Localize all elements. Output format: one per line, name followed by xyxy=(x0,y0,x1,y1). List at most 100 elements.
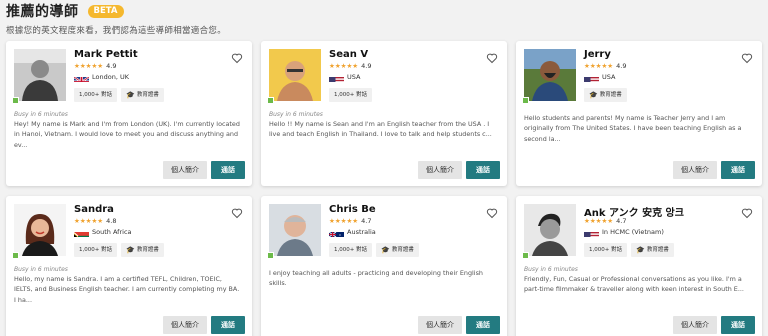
busy-status: Busy in 6 minutes xyxy=(14,111,68,118)
heart-icon[interactable] xyxy=(486,204,498,219)
tutor-card[interactable]: Sandra ★★★★★ 4.8 South Africa 1,000+ 對話 … xyxy=(6,196,252,336)
tags: 1,000+ 對話 🎓 教育證書 xyxy=(584,243,678,257)
cert-tag: 🎓 教育證書 xyxy=(584,88,627,102)
cert-label: 教育證書 xyxy=(646,247,669,253)
graduation-cap-icon: 🎓 xyxy=(126,246,135,254)
avatar[interactable] xyxy=(14,49,66,101)
star-icons: ★★★★★ xyxy=(329,62,359,70)
online-indicator xyxy=(12,252,19,259)
tutor-card[interactable]: Sean V ★★★★★ 4.9 USA 1,000+ 對話 Busy in 6… xyxy=(261,41,507,186)
avatar[interactable] xyxy=(524,204,576,256)
page-subtitle: 根據您的英文程度來看，我們認為這些導師相當適合您。 xyxy=(6,26,227,36)
rating-score: 4.9 xyxy=(616,62,627,70)
heart-icon[interactable] xyxy=(231,49,243,64)
lessons-tag: 1,000+ 對話 xyxy=(74,243,118,257)
online-indicator xyxy=(267,97,274,104)
rating: ★★★★★ 4.9 xyxy=(329,62,371,70)
online-indicator xyxy=(267,252,274,259)
rating-score: 4.7 xyxy=(616,217,627,225)
tags: 1,000+ 對話 🎓 教育證書 xyxy=(329,243,423,257)
usa-flag-icon xyxy=(584,72,599,82)
profile-button[interactable]: 個人簡介 xyxy=(673,161,717,179)
tutor-name[interactable]: Sean V xyxy=(329,49,368,60)
cert-tag: 🎓 教育證書 xyxy=(121,88,164,102)
star-icons: ★★★★★ xyxy=(74,62,104,70)
tutor-name[interactable]: Sandra xyxy=(74,204,114,215)
graduation-cap-icon: 🎓 xyxy=(381,246,390,254)
heart-icon[interactable] xyxy=(741,49,753,64)
call-button[interactable]: 通話 xyxy=(211,161,245,179)
heart-icon[interactable] xyxy=(231,204,243,219)
location-text: USA xyxy=(602,73,616,81)
cert-label: 教育證書 xyxy=(391,247,414,253)
avatar-wrap xyxy=(522,49,576,104)
usa-flag-icon xyxy=(584,227,599,237)
avatar[interactable] xyxy=(269,49,321,101)
tutor-bio: Friendly, Fun, Casual or Professional co… xyxy=(524,275,744,294)
location-text: Australia xyxy=(347,228,376,236)
busy-status: Busy in 6 minutes xyxy=(14,266,68,273)
graduation-cap-icon: 🎓 xyxy=(126,91,135,99)
rating: ★★★★★ 4.8 xyxy=(74,217,116,225)
location: USA xyxy=(584,72,615,82)
heart-icon[interactable] xyxy=(486,49,498,64)
call-button[interactable]: 通話 xyxy=(466,316,500,334)
tutor-card[interactable]: Jerry ★★★★★ 4.9 USA 🎓 教育證書 Hello students… xyxy=(516,41,762,186)
profile-button[interactable]: 個人簡介 xyxy=(418,316,462,334)
avatar[interactable] xyxy=(524,49,576,101)
profile-button[interactable]: 個人簡介 xyxy=(163,316,207,334)
online-indicator xyxy=(12,97,19,104)
usa-flag-icon xyxy=(329,72,344,82)
tutor-card[interactable]: Mark Pettit ★★★★★ 4.9 London, UK 1,000+ … xyxy=(6,41,252,186)
lessons-tag: 1,000+ 對話 xyxy=(584,243,628,257)
tutor-bio: Hello, my name is Sandra. I am a certifi… xyxy=(14,275,240,304)
location-text: USA xyxy=(347,73,361,81)
tags: 1,000+ 對話 🎓 教育證書 xyxy=(74,88,168,102)
heart-icon[interactable] xyxy=(741,204,753,219)
avatar[interactable] xyxy=(269,204,321,256)
location: Australia xyxy=(329,227,376,237)
rating: ★★★★★ 4.7 xyxy=(329,217,371,225)
tutor-card[interactable]: Ank アンク 安克 앙크 ★★★★★ 4.7 In HCMC (Vietnam… xyxy=(516,196,762,336)
cert-tag: 🎓 教育證書 xyxy=(631,243,674,257)
lessons-tag: 1,000+ 對話 xyxy=(74,88,118,102)
cert-label: 教育證書 xyxy=(136,92,159,98)
title-row: 推薦的導師 BETA xyxy=(6,2,766,20)
profile-button[interactable]: 個人簡介 xyxy=(163,161,207,179)
online-indicator xyxy=(522,252,529,259)
call-button[interactable]: 通話 xyxy=(466,161,500,179)
location: USA xyxy=(329,72,360,82)
avatar-wrap xyxy=(267,204,321,259)
tutor-bio: I enjoy teaching all adults - practicing… xyxy=(269,269,483,288)
busy-status: Busy in 6 minutes xyxy=(269,111,323,118)
location-text: London, UK xyxy=(92,73,129,81)
cert-tag: 🎓 教育證書 xyxy=(121,243,164,257)
rating-score: 4.9 xyxy=(106,62,117,70)
graduation-cap-icon: 🎓 xyxy=(636,246,645,254)
tags: 1,000+ 對話 🎓 教育證書 xyxy=(74,243,168,257)
call-button[interactable]: 通話 xyxy=(211,316,245,334)
call-button[interactable]: 通話 xyxy=(721,161,755,179)
avatar[interactable] xyxy=(14,204,66,256)
tutor-name[interactable]: Chris Be xyxy=(329,204,376,215)
tutor-card[interactable]: Chris Be ★★★★★ 4.7 Australia 1,000+ 對話 🎓… xyxy=(261,196,507,336)
rating-score: 4.7 xyxy=(361,217,372,225)
rating-score: 4.8 xyxy=(106,217,117,225)
rating: ★★★★★ 4.9 xyxy=(74,62,116,70)
location: In HCMC (Vietnam) xyxy=(584,227,664,237)
call-button[interactable]: 通話 xyxy=(721,316,755,334)
tags: 1,000+ 對話 xyxy=(329,88,376,102)
tutor-name[interactable]: Mark Pettit xyxy=(74,49,138,60)
tutor-name[interactable]: Jerry xyxy=(584,49,611,60)
tags: 🎓 教育證書 xyxy=(584,88,631,102)
profile-button[interactable]: 個人簡介 xyxy=(418,161,462,179)
star-icons: ★★★★★ xyxy=(584,217,614,225)
online-indicator xyxy=(522,97,529,104)
uk-flag-icon xyxy=(74,72,89,82)
rating: ★★★★★ 4.7 xyxy=(584,217,626,225)
beta-badge: BETA xyxy=(87,4,124,18)
avatar-wrap xyxy=(522,204,576,259)
profile-button[interactable]: 個人簡介 xyxy=(673,316,717,334)
page-title: 推薦的導師 xyxy=(6,4,79,20)
avatar-wrap xyxy=(12,204,66,259)
